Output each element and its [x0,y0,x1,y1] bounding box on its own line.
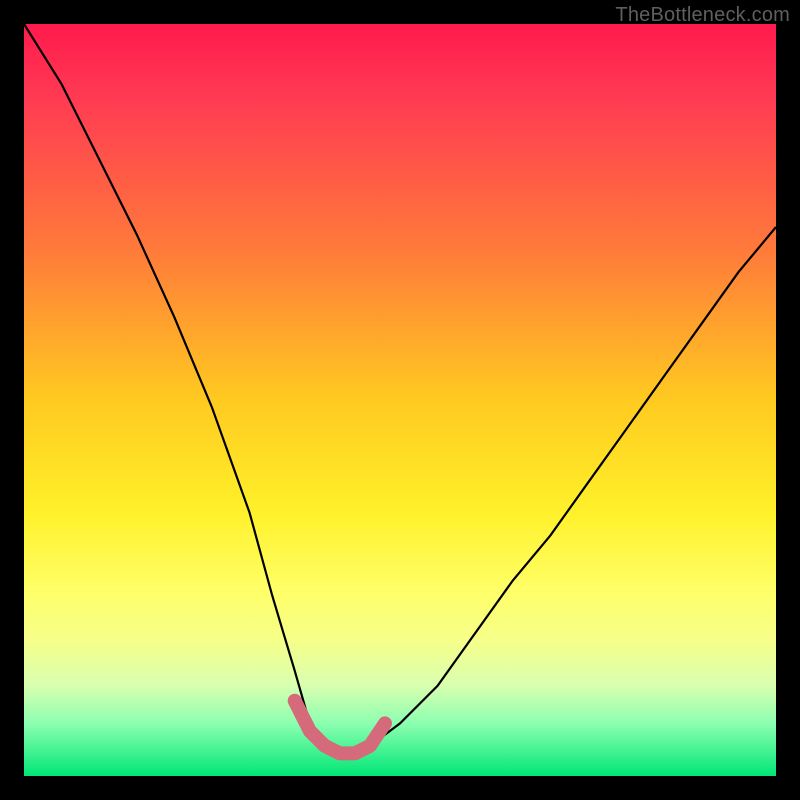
watermark-text: TheBottleneck.com [615,4,790,27]
bottleneck-curve-line [24,24,776,753]
chart-svg [24,24,776,776]
optimal-range-highlight [295,701,385,754]
